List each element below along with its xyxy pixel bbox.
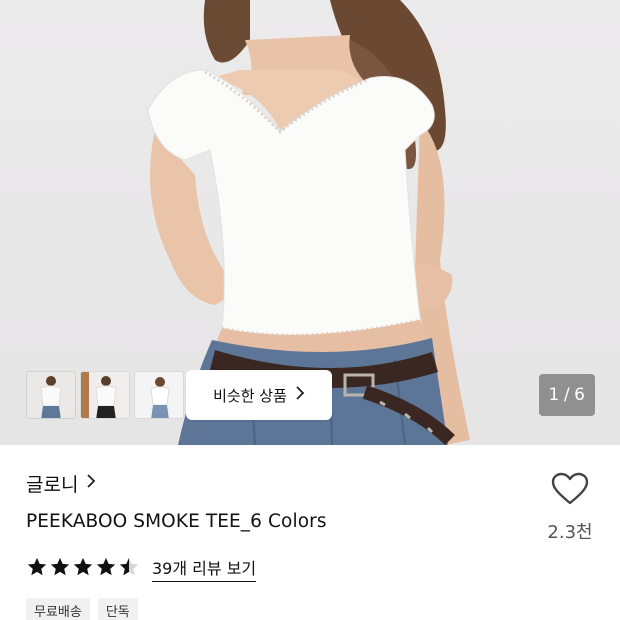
- star-icon-full: [26, 556, 48, 582]
- similar-products-label: 비슷한 상품: [213, 386, 287, 405]
- similar-products-button[interactable]: 비슷한 상품: [186, 370, 332, 420]
- image-counter-total: 6: [574, 385, 586, 405]
- thumbnail-1[interactable]: [26, 371, 76, 419]
- thumbnail-strip: [26, 371, 184, 419]
- star-icon-full: [72, 556, 94, 582]
- chevron-right-icon: [295, 386, 305, 404]
- product-title: PEEKABOO SMOKE TEE_6 Colors: [26, 511, 327, 532]
- image-counter-separator: /: [563, 385, 571, 405]
- star-rating: [26, 556, 140, 582]
- product-image[interactable]: 비슷한 상품 1 / 6: [0, 0, 620, 445]
- chevron-right-icon: [86, 473, 96, 494]
- tag-exclusive: 단독: [97, 598, 138, 620]
- reviews-link[interactable]: 39개 리뷰 보기: [152, 555, 257, 582]
- brand-link[interactable]: 글로니: [26, 470, 96, 497]
- brand-name: 글로니: [26, 474, 79, 496]
- star-icon-full: [49, 556, 71, 582]
- star-icon-half: [118, 556, 140, 582]
- heart-icon: [551, 472, 589, 510]
- star-icon-full: [95, 556, 117, 582]
- rating-row: 39개 리뷰 보기: [26, 555, 257, 582]
- tag-free-shipping: 무료배송: [26, 598, 90, 620]
- like-count: 2.3천: [547, 522, 593, 543]
- like-button[interactable]: 2.3천: [540, 472, 600, 544]
- image-counter-current: 1: [548, 385, 560, 405]
- thumbnail-2[interactable]: [80, 371, 130, 419]
- image-counter: 1 / 6: [539, 374, 595, 416]
- product-tags: 무료배송 단독: [26, 598, 138, 620]
- thumbnail-3[interactable]: [134, 371, 184, 419]
